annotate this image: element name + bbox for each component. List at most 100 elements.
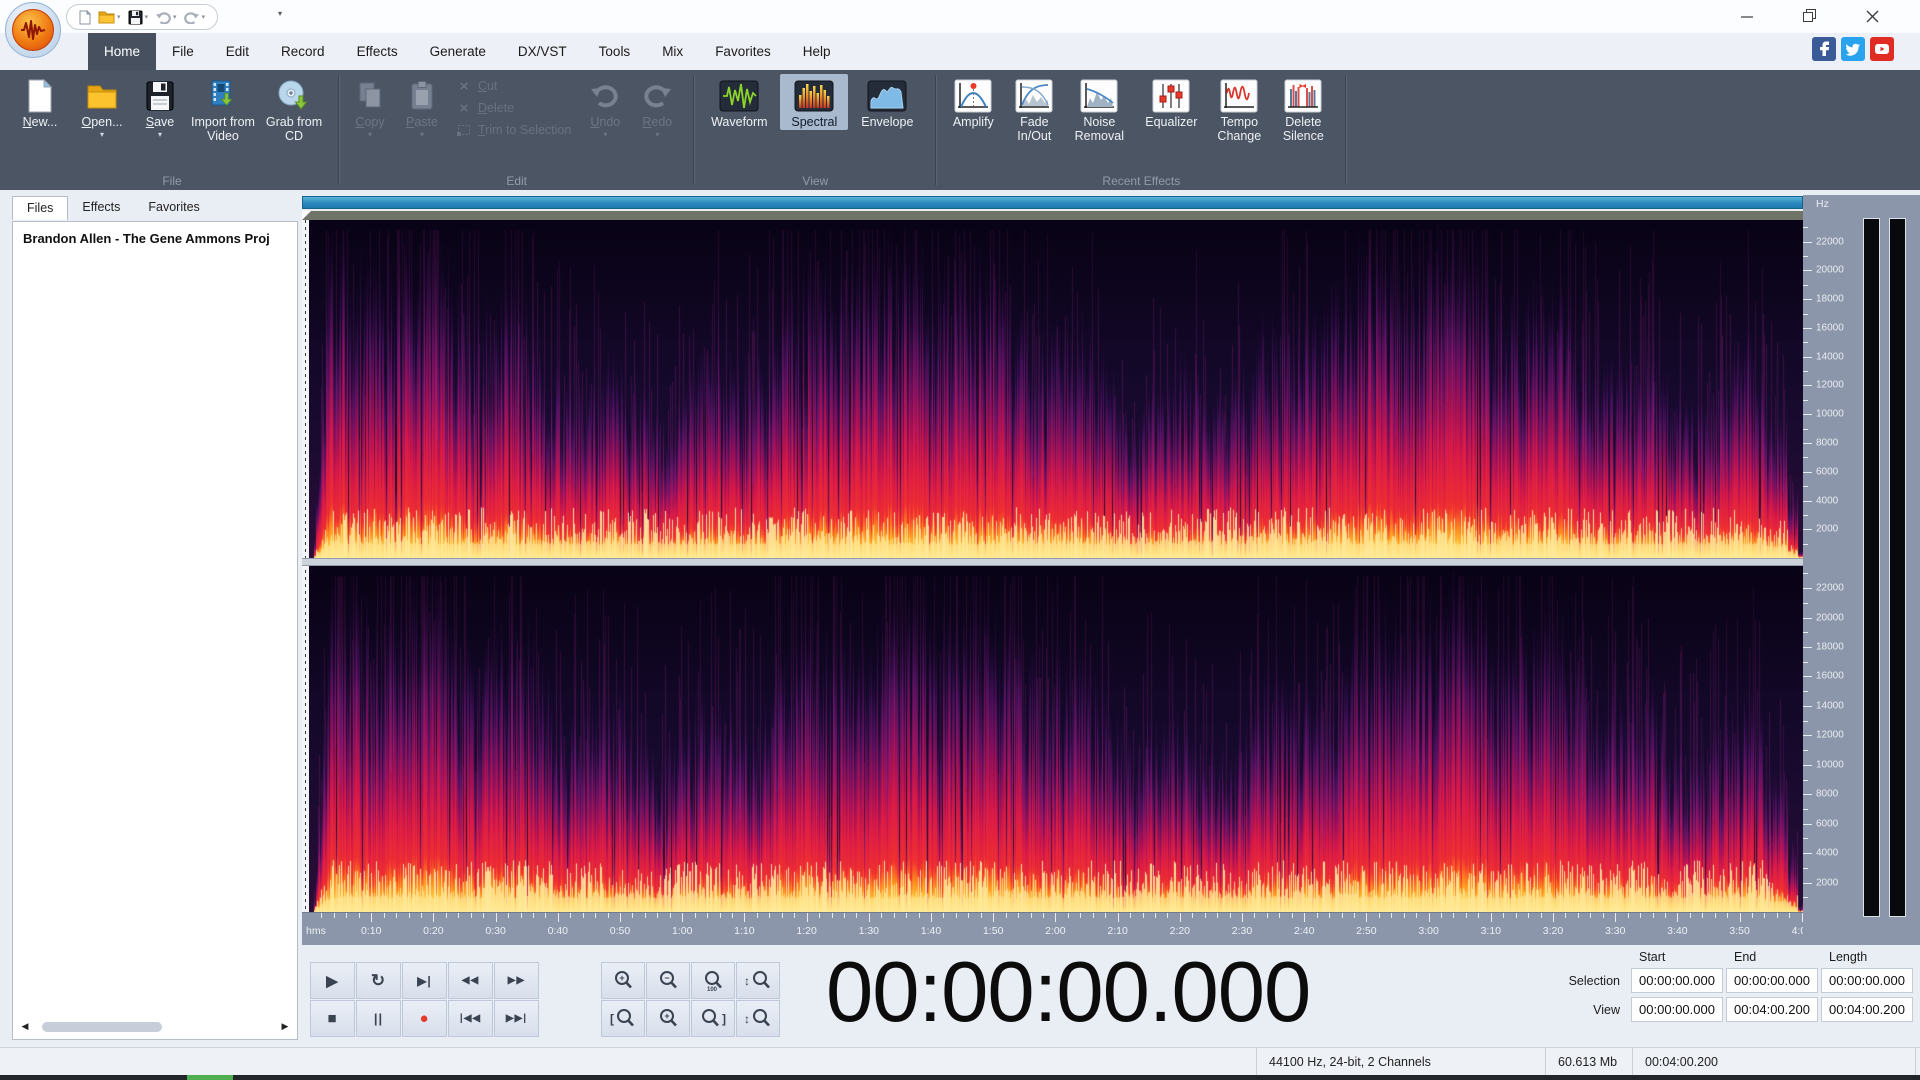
dropdown-caret-icon[interactable]: ▾ <box>655 131 659 139</box>
menu-tab-file[interactable]: File <box>156 33 210 70</box>
transport-rewind-button[interactable]: ◀◀ <box>448 962 493 999</box>
transport-play-button[interactable]: ▶ <box>310 962 355 999</box>
transport-stop-button[interactable]: ■ <box>310 1000 355 1037</box>
view-length-field[interactable]: 00:04:00.200 <box>1821 997 1913 1022</box>
channel-divider[interactable] <box>302 558 1803 566</box>
dropdown-caret-icon[interactable]: ▾ <box>603 131 607 139</box>
menu-tab-edit[interactable]: Edit <box>210 33 265 70</box>
open-button[interactable]: Open... ▾ <box>71 74 133 140</box>
save-button[interactable]: Save ▾ <box>135 74 185 140</box>
title-bar[interactable]: ▾ ▾ ▾ ▾ ▾ <box>0 0 1920 34</box>
quick-open-caret-icon[interactable]: ▾ <box>117 13 121 21</box>
cut-button[interactable]: × Cut <box>456 79 571 94</box>
ruler-label: 0:50 <box>609 925 631 937</box>
close-button[interactable] <box>1850 0 1894 32</box>
social-twitter-icon[interactable] <box>1841 37 1865 61</box>
quick-redo-caret-icon[interactable]: ▾ <box>202 13 206 21</box>
waveform-button[interactable]: Waveform <box>700 74 778 130</box>
menu-tab-generate[interactable]: Generate <box>414 33 502 70</box>
quick-save-button[interactable]: ▾ <box>128 10 149 25</box>
transport-record-button[interactable]: ● <box>402 1000 447 1037</box>
delete-button[interactable]: × Delete <box>456 101 571 116</box>
transport-loop-button[interactable]: ↻ <box>356 962 401 999</box>
zoom-zoom-all-button[interactable]: + <box>646 1000 690 1037</box>
social-youtube-icon[interactable] <box>1870 37 1894 61</box>
dropdown-caret-icon[interactable]: ▾ <box>158 131 162 139</box>
noise-removal-button[interactable]: Noise Removal <box>1064 74 1134 144</box>
scrollbar-thumb[interactable] <box>42 1021 162 1032</box>
view-end-field[interactable]: 00:04:00.200 <box>1726 997 1818 1022</box>
zoom-zoom-out-button[interactable]: − <box>646 962 690 999</box>
ruler-tick <box>1254 913 1256 918</box>
ruler-tick <box>1752 913 1753 918</box>
envelope-button[interactable]: Envelope <box>850 74 924 130</box>
new-button[interactable]: New... <box>11 74 69 130</box>
transport-go-to-start-button[interactable]: |◀◀ <box>448 1000 493 1037</box>
selection-length-field[interactable]: 00:00:00.000 <box>1821 968 1913 993</box>
quick-new-button[interactable] <box>79 9 91 25</box>
panel-tab-favorites[interactable]: Favorites <box>134 196 213 220</box>
quick-open-button[interactable]: ▾ <box>98 10 121 24</box>
scroll-right-icon[interactable]: ▶ <box>279 1021 291 1032</box>
app-logo[interactable] <box>5 2 61 58</box>
quick-access-customize-icon[interactable]: ▾ <box>278 9 282 18</box>
restore-button[interactable] <box>1788 0 1832 32</box>
menu-tab-home[interactable]: Home <box>88 33 157 70</box>
panel-tab-files[interactable]: Files <box>12 196 69 220</box>
selection-end-field[interactable]: 00:00:00.000 <box>1726 968 1818 993</box>
scroll-left-icon[interactable]: ◀ <box>19 1021 31 1032</box>
quick-save-caret-icon[interactable]: ▾ <box>145 13 149 21</box>
spectral-button[interactable]: Spectral <box>780 74 849 131</box>
delete-silence-label: Delete Silence <box>1282 115 1324 144</box>
quick-undo-button[interactable]: ▾ <box>155 11 177 24</box>
amplify-button[interactable]: Amplify <box>942 74 1004 130</box>
social-facebook-icon[interactable] <box>1812 37 1836 61</box>
trim-to-selection-button[interactable]: Trim to Selection <box>456 123 571 137</box>
zoom-zoom-1-100-button[interactable]: 100 <box>691 962 735 999</box>
menu-tab-help[interactable]: Help <box>787 33 847 70</box>
zoom-controls: + − 100 ↕ [+] ↕ <box>601 962 780 1037</box>
fade-in-out-button[interactable]: Fade In/Out <box>1006 74 1062 144</box>
panel-horizontal-scrollbar[interactable]: ◀ ▶ <box>19 1019 291 1034</box>
zoom-zoom-selection-button[interactable]: [ <box>601 1000 645 1037</box>
zoom-zoom-vertical-in-button[interactable]: ↕ <box>736 962 780 999</box>
transport-fast-forward-button[interactable]: ▶▶ <box>494 962 539 999</box>
import-from-video-button[interactable]: Import from Video <box>187 74 259 144</box>
quick-undo-caret-icon[interactable]: ▾ <box>173 13 177 21</box>
minimize-button[interactable] <box>1725 0 1769 32</box>
panel-tab-effects[interactable]: Effects <box>68 196 134 220</box>
menu-tab-tools[interactable]: Tools <box>583 33 647 70</box>
zoom-zoom-vertical-out-button[interactable]: ↕ <box>736 1000 780 1037</box>
transport-go-to-end-button[interactable]: ▶▶| <box>494 1000 539 1037</box>
spectrogram-channel-2[interactable] <box>309 566 1803 912</box>
file-list: Brandon Allen - The Gene Ammons Proj <box>13 222 297 255</box>
menu-tab-effects[interactable]: Effects <box>341 33 414 70</box>
scrollbar-track[interactable] <box>34 1021 276 1033</box>
ruler-tick <box>1391 913 1393 918</box>
menu-tab-mix[interactable]: Mix <box>646 33 699 70</box>
equalizer-button[interactable]: Equalizer <box>1136 74 1206 130</box>
dropdown-caret-icon[interactable]: ▾ <box>420 131 424 139</box>
overview-scrollbar[interactable] <box>302 196 1803 209</box>
grab-from-cd-button[interactable]: Grab from CD <box>261 74 327 144</box>
tempo-change-button[interactable]: Tempo Change <box>1208 74 1270 144</box>
dropdown-caret-icon[interactable]: ▾ <box>100 131 104 139</box>
zoom-zoom-end-button[interactable]: ] <box>691 1000 735 1037</box>
transport-pause-button[interactable]: || <box>356 1000 401 1037</box>
ruler-tick <box>1702 913 1704 918</box>
zoom-zoom-in-button[interactable]: + <box>601 962 645 999</box>
dropdown-caret-icon[interactable]: ▾ <box>368 131 372 139</box>
view-start-field[interactable]: 00:00:00.000 <box>1631 997 1723 1022</box>
transport-play-to-end-button[interactable]: ▶| <box>402 962 447 999</box>
spectrogram-channel-1[interactable] <box>309 220 1803 558</box>
time-ruler[interactable]: hms 0:10 0:20 0:30 0:40 0:50 1:00 1:10 1:20 1:30… <box>302 912 1812 945</box>
quick-redo-button[interactable]: ▾ <box>183 11 206 24</box>
file-list-item[interactable]: Brandon Allen - The Gene Ammons Proj <box>13 222 297 255</box>
menu-tab-favorites[interactable]: Favorites <box>699 33 787 70</box>
freq-tick <box>1803 399 1808 401</box>
menu-tab-record[interactable]: Record <box>265 33 341 70</box>
delete-silence-button[interactable]: Delete Silence <box>1272 74 1334 144</box>
menu-tab-dx-vst[interactable]: DX/VST <box>502 33 583 70</box>
selection-start-field[interactable]: 00:00:00.000 <box>1631 968 1723 993</box>
ruler-tick <box>1577 913 1579 918</box>
